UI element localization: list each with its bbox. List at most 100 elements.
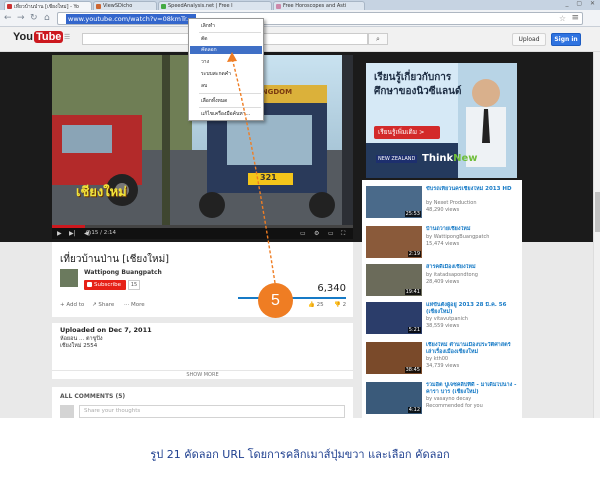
video-thumbnail[interactable]: 19:41 [366,264,422,296]
duration-badge: 19:41 [404,289,421,295]
related-views: 48,290 views [426,207,460,213]
tab-label: Free Horoscopes and Asti [283,3,347,9]
duration-badge: 5:21 [407,327,421,333]
related-title[interactable]: สารคดีเมืองเชียงใหม่ [426,264,518,271]
menu-item-spellcheck[interactable]: ระบบสะกดคำ [190,70,262,78]
like-button[interactable]: 👍 25 [308,302,324,308]
address-bar[interactable]: www.youtube.com/watch?v=08kmTr... ☆ ≡ [57,12,583,25]
video-thumbnail[interactable]: 5:21 [366,302,422,334]
more-button[interactable]: ··· More [124,302,145,308]
menu-item-paste[interactable]: วาง [190,58,262,66]
window-controls[interactable]: _ ▢ ✕ [565,0,598,7]
video-description: ห้อยอน ... ตาขูปิง เชียงใหม่ 2554 [60,336,103,350]
menu-item-edit-search[interactable]: แก้ไขเครื่องมือค้นหา... [190,110,262,118]
menu-item-undo[interactable]: เลิกทำ [190,22,262,30]
related-title[interactable]: รวมฮิต ปูเจซคลิปที่ดี - มาเดิมไปนาง - คา… [426,382,518,396]
license-plate: 321 [260,173,277,182]
browser-window: เที่ยวบ้านป่าน [เชียงใหม่] - Yo ViewSDic… [0,0,600,418]
like-count: 25 [316,302,324,308]
related-video-item[interactable]: 2:19 บ้านถวายเชียงใหม่ by WattipongBuang… [366,226,518,266]
ad-learn-more-button[interactable]: เรียนรู้เพิ่มเติม > [374,126,440,139]
menu-item-select-all[interactable]: เลือกทั้งหมด [190,97,262,105]
related-title[interactable]: แห่ขันตั้งผู้อยู่ 2013 28 มี.ค. 56 (เชีย… [426,302,518,316]
comment-input[interactable]: Share your thoughts [79,405,345,418]
related-video-item[interactable]: 4:12 รวมฮิต ปูเจซคลิปที่ดี - มาเดิมไปนาง… [366,382,518,418]
section-divider [52,317,353,323]
logo-tube: Tube [33,31,64,43]
search-button[interactable]: ⌕ [368,33,388,45]
duration-badge: 2:19 [407,251,421,257]
site-favicon-icon [96,4,101,9]
next-icon[interactable]: ▶| [69,229,76,238]
duration-badge: 25:53 [404,211,421,217]
page-scrollbar[interactable] [593,52,600,418]
back-icon[interactable]: ← [4,13,12,23]
site-favicon-icon [276,4,281,9]
dislike-button[interactable]: 👎 2 [334,302,346,308]
related-video-item[interactable]: 38:45 เชียงใหม่ ตำนานเมืองประวัติศาสตร์ … [366,342,518,382]
sign-in-button[interactable]: Sign in [551,33,581,46]
add-to-button[interactable]: + Add to [60,302,84,308]
related-title[interactable]: ขับรถเที่ยวนครเชียงใหม่ 2013 HD [426,186,518,193]
description-line: เชียงใหม่ 2554 [60,343,98,349]
related-author: by Nexet Production [426,200,477,206]
menu-separator [199,107,261,108]
share-icon: ↗ [92,302,97,308]
video-thumbnail[interactable]: 2:19 [366,226,422,258]
site-favicon-icon [161,4,166,9]
related-author: by kth00 [426,356,449,362]
figure-caption: รูป 21 คัดลอก URL โดยการคลิกเมาส์ปุ่มขวา… [150,448,450,461]
url-text[interactable]: www.youtube.com/watch?v=08kmTr... [66,14,196,24]
duration-badge: 4:12 [407,407,421,413]
duration-badge: 38:45 [404,367,421,373]
related-video-item[interactable]: 5:21 แห่ขันตั้งผู้อยู่ 2013 28 มี.ค. 56 … [366,302,518,342]
channel-avatar[interactable] [60,269,78,287]
subscribe-button[interactable]: Subscribe [84,280,126,290]
related-views: 15,474 views [426,241,460,247]
wrench-icon[interactable]: ≡ [571,13,579,23]
scrollbar-thumb[interactable] [595,192,600,232]
thumbs-up-icon: 👍 [308,302,315,308]
forward-icon[interactable]: → [17,13,25,23]
logo-new: New [453,153,478,164]
related-title[interactable]: เชียงใหม่ ตำนานเมืองประวัติศาสตร์ เล่าเร… [426,342,518,356]
ad-banner[interactable]: เรียนรู้เกี่ยวกับการศึกษาของนิวซีแลนด์ เ… [366,63,517,178]
think-new-logo: ThinkNew [422,153,478,164]
related-author: by vitavutpanich [426,316,468,322]
theater-icon[interactable]: ▭ [328,229,334,238]
tab-2[interactable]: ViewSDicho [93,1,157,10]
reload-icon[interactable]: ↻ [30,13,38,23]
video-title: เที่ยวบ้านป่าน [เชียงใหม่] [60,254,170,265]
video-thumbnail[interactable]: 38:45 [366,342,422,374]
bookmark-star-icon[interactable]: ☆ [559,14,566,23]
show-more-button[interactable]: SHOW MORE [52,370,353,379]
menu-item-delete[interactable]: ลบ [190,82,262,90]
subscriber-count: 15 [128,280,140,290]
captions-icon[interactable]: ▭ [300,229,306,238]
related-video-item[interactable]: 25:53 ขับรถเที่ยวนครเชียงใหม่ 2013 HD by… [366,186,518,226]
channel-name[interactable]: Wattipong Buangpatch [84,269,162,276]
related-video-item[interactable]: 19:41 สารคดีเมืองเชียงใหม่ by itatadsapo… [366,264,518,304]
search-icon: ⌕ [376,35,380,43]
share-button[interactable]: ↗ Share [92,302,114,308]
tab-bar: เที่ยวบ้านป่าน [เชียงใหม่] - Yo ViewSDic… [0,0,600,10]
tab-3[interactable]: SpeedAnalysis.net | Free I [158,1,272,10]
settings-icon[interactable]: ⚙ [314,229,319,238]
upload-button[interactable]: Upload [512,33,546,46]
play-icon[interactable]: ▶ [57,229,62,238]
action-row: + Add to ↗ Share ··· More 👍 25 👎 2 [60,302,348,312]
video-thumbnail[interactable]: 25:53 [366,186,422,218]
menu-item-cut[interactable]: ตัด [190,35,262,43]
fullscreen-icon[interactable]: ⛶ [341,229,345,238]
video-thumbnail[interactable]: 4:12 [366,382,422,414]
guide-menu-icon[interactable]: ☰ [64,33,70,41]
menu-separator [199,32,261,33]
youtube-logo[interactable]: You Tube [13,31,64,43]
home-icon[interactable]: ⌂ [44,13,50,23]
more-label: More [131,302,145,308]
menu-item-copy[interactable]: คัดลอก [190,46,262,54]
related-views: 28,409 views [426,279,460,285]
tab-youtube[interactable]: เที่ยวบ้านป่าน [เชียงใหม่] - Yo [4,1,92,10]
tab-4[interactable]: Free Horoscopes and Asti [273,1,365,10]
related-title[interactable]: บ้านถวายเชียงใหม่ [426,226,518,233]
